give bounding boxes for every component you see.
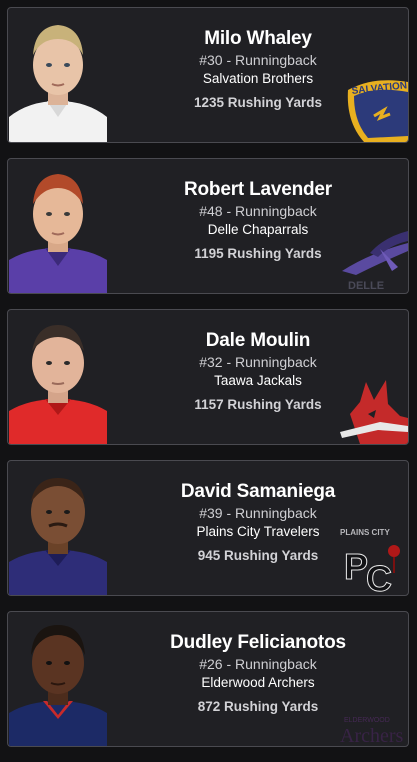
svg-text:Archers: Archers <box>340 725 404 746</box>
player-portrait <box>9 462 107 595</box>
player-portrait <box>9 9 107 142</box>
player-name[interactable]: Dudley Felicianotos <box>108 632 408 654</box>
delle-chaparrals-logo: DELLE <box>340 223 408 293</box>
player-portrait <box>9 160 107 293</box>
taawa-jackals-logo <box>340 374 408 444</box>
player-card[interactable]: Milo Whaley #30 - Runningback Salvation … <box>7 7 409 143</box>
svg-text:C: C <box>366 558 392 595</box>
player-number-position: #48 - Runningback <box>199 203 317 219</box>
elderwood-archers-logo: ELDERWOOD Archers <box>340 676 408 746</box>
player-name[interactable]: David Samaniega <box>108 481 408 503</box>
svg-text:DELLE: DELLE <box>348 280 384 292</box>
svg-text:P: P <box>344 546 368 587</box>
player-name[interactable]: Dale Moulin <box>108 330 408 352</box>
player-card[interactable]: Dudley Felicianotos #26 - Runningback El… <box>7 611 409 747</box>
player-name[interactable]: Robert Lavender <box>108 179 408 201</box>
player-number-position: #32 - Runningback <box>199 354 317 370</box>
player-number-position: #30 - Runningback <box>199 52 317 68</box>
player-number-position: #26 - Runningback <box>199 656 317 672</box>
salvation-brothers-logo: SALVATION <box>340 72 408 142</box>
player-card[interactable]: Robert Lavender #48 - Runningback Delle … <box>7 158 409 294</box>
player-portrait <box>9 613 107 746</box>
player-card[interactable]: Dale Moulin #32 - Runningback Taawa Jack… <box>7 309 409 445</box>
plains-city-travelers-logo: PLAINS CITY P C P C <box>340 525 408 595</box>
player-portrait <box>9 311 107 444</box>
svg-text:ELDERWOOD: ELDERWOOD <box>344 717 390 724</box>
player-card[interactable]: David Samaniega #39 - Runningback Plains… <box>7 460 409 596</box>
player-card-list: Milo Whaley #30 - Runningback Salvation … <box>7 7 409 762</box>
player-name[interactable]: Milo Whaley <box>108 28 408 50</box>
player-number-position: #39 - Runningback <box>199 505 317 521</box>
svg-text:PLAINS CITY: PLAINS CITY <box>340 528 390 537</box>
